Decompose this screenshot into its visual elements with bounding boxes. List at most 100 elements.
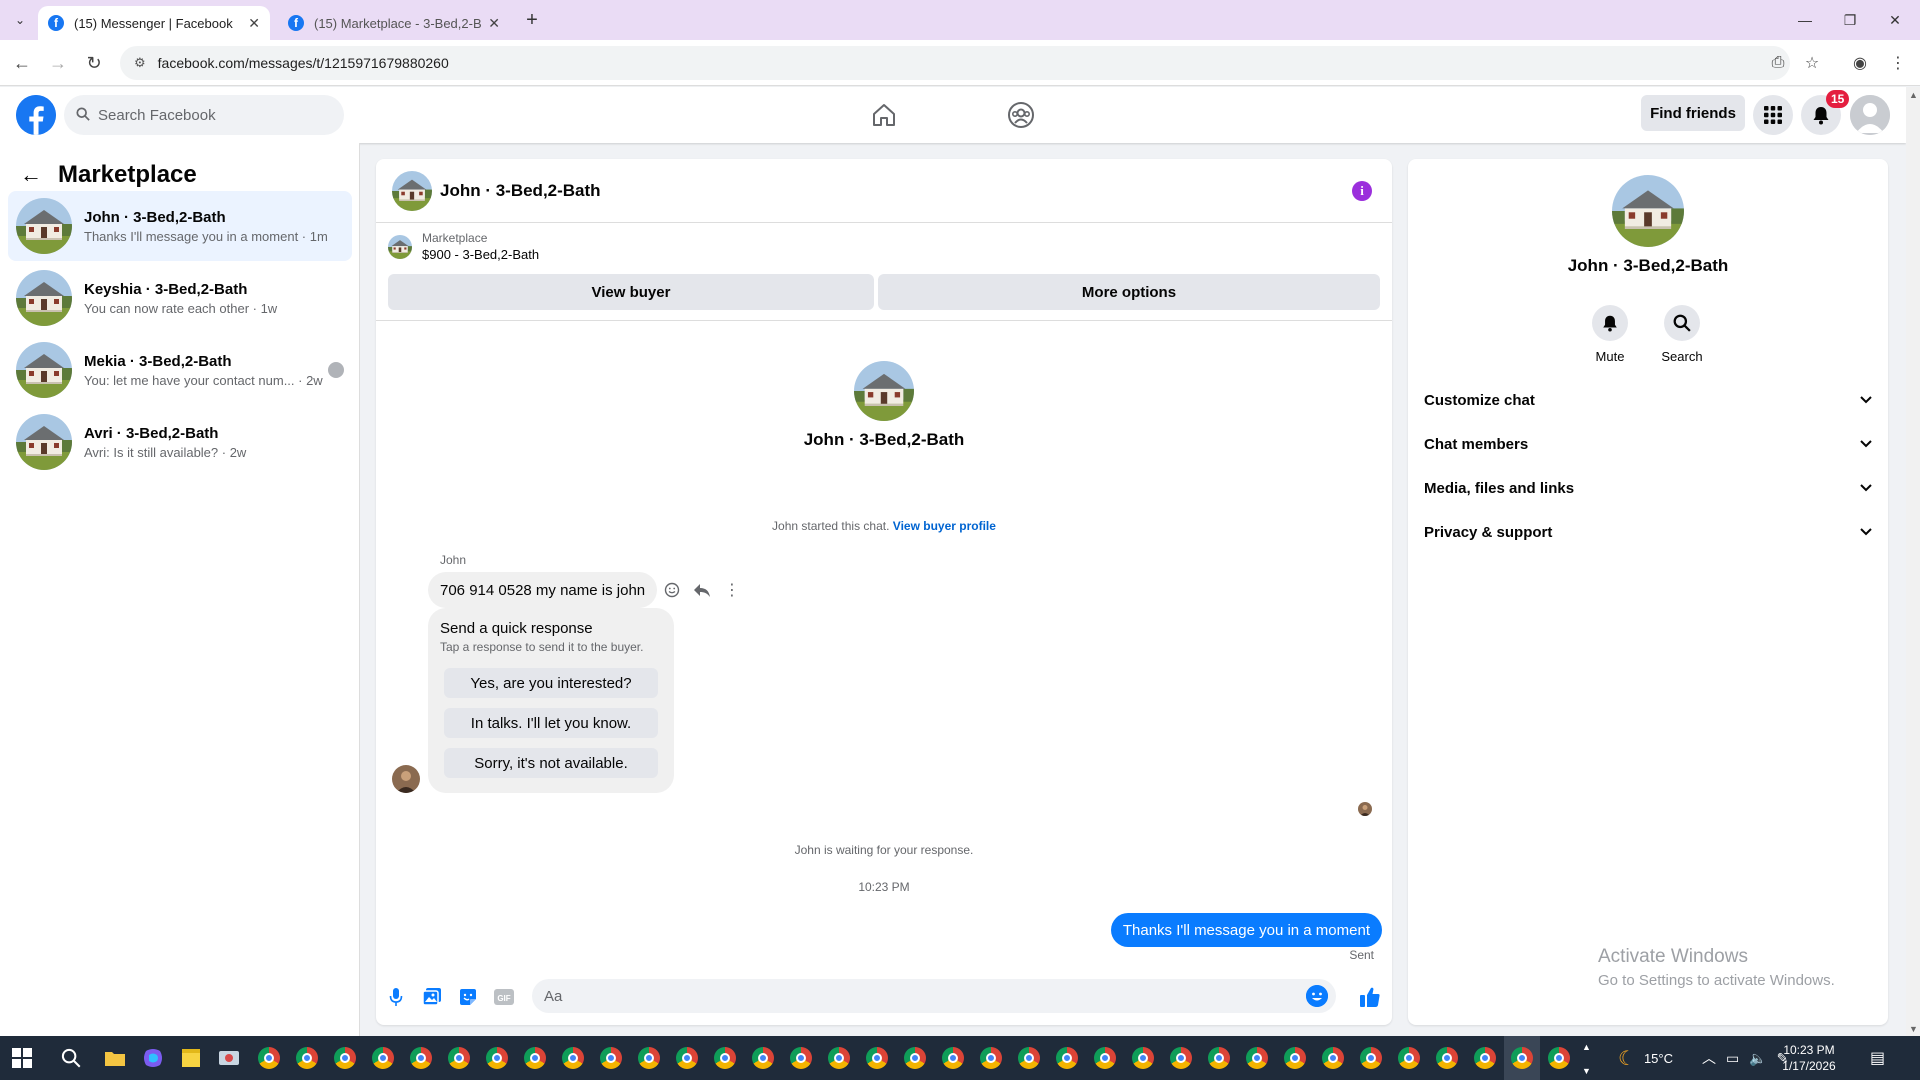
microphone-icon[interactable]	[384, 985, 408, 1009]
mute-action[interactable]: Mute	[1580, 305, 1640, 364]
taskbar-clock[interactable]: 10:23 PM 1/17/2026	[1774, 1042, 1844, 1074]
quick-reply-button[interactable]: In talks. I'll let you know.	[444, 708, 658, 738]
chrome-icon[interactable]	[864, 1045, 890, 1071]
find-friends-button[interactable]: Find friends	[1641, 95, 1745, 131]
tray-chevron-icon[interactable]: ︿	[1702, 1048, 1716, 1068]
listing-info[interactable]: Marketplace $900 - 3-Bed,2-Bath	[388, 231, 539, 262]
chrome-icon[interactable]	[712, 1045, 738, 1071]
app-icon[interactable]	[216, 1045, 242, 1071]
taskbar-search-icon[interactable]	[58, 1045, 84, 1071]
chrome-icon[interactable]	[598, 1045, 624, 1071]
weather-widget[interactable]: ☾ 15°C	[1618, 1036, 1673, 1080]
chrome-icon[interactable]	[750, 1045, 776, 1071]
chrome-icon[interactable]	[1509, 1045, 1535, 1071]
react-emoji-icon[interactable]	[662, 577, 682, 603]
browser-tab-marketplace[interactable]: f (15) Marketplace - 3-Bed,2-Bath ✕	[278, 6, 510, 40]
chrome-icon[interactable]	[1546, 1045, 1572, 1071]
chrome-icon[interactable]	[408, 1045, 434, 1071]
chat-title[interactable]: John · 3-Bed,2-Bath	[440, 181, 601, 201]
facebook-logo-icon[interactable]	[16, 95, 56, 135]
menu-grid-icon[interactable]	[1753, 95, 1793, 135]
forward-icon[interactable]: →	[46, 51, 70, 75]
scroll-up-icon[interactable]: ▲	[1909, 90, 1918, 100]
bell-icon[interactable]	[1592, 305, 1628, 341]
account-avatar[interactable]	[1850, 95, 1890, 135]
view-buyer-button[interactable]: View buyer	[388, 274, 874, 310]
chrome-icon[interactable]	[1092, 1045, 1118, 1071]
close-window-icon[interactable]: ✕	[1880, 8, 1910, 32]
facebook-search-box[interactable]	[64, 95, 344, 135]
chrome-icon[interactable]	[446, 1045, 472, 1071]
chrome-icon[interactable]	[1244, 1045, 1270, 1071]
chrome-icon[interactable]	[1472, 1045, 1498, 1071]
chat-members-section[interactable]: Chat members	[1424, 422, 1872, 466]
chrome-icon[interactable]	[1168, 1045, 1194, 1071]
chrome-icon[interactable]	[332, 1045, 358, 1071]
taskbar-scroll-down-icon[interactable]: ▼	[1582, 1066, 1591, 1076]
taskbar-scroll-up-icon[interactable]: ▲	[1582, 1042, 1591, 1052]
chrome-icon[interactable]	[674, 1045, 700, 1071]
more-actions-icon[interactable]: ⋮	[722, 577, 742, 603]
chrome-icon[interactable]	[788, 1045, 814, 1071]
reply-icon[interactable]	[692, 577, 712, 603]
conversation-info-icon[interactable]: i	[1352, 181, 1372, 201]
chrome-icon[interactable]	[1434, 1045, 1460, 1071]
details-avatar[interactable]	[1612, 175, 1684, 247]
sender-avatar[interactable]	[392, 765, 420, 793]
minimize-icon[interactable]: —	[1790, 8, 1820, 32]
volume-icon[interactable]: 🔈	[1749, 1050, 1766, 1067]
site-info-icon[interactable]: ⚙	[134, 55, 146, 71]
chrome-icon[interactable]	[1320, 1045, 1346, 1071]
customize-chat-section[interactable]: Customize chat	[1424, 378, 1872, 422]
chrome-icon[interactable]	[826, 1045, 852, 1071]
conversation-item[interactable]: Mekia · 3-Bed,2-Bath You: let me have yo…	[8, 335, 352, 405]
groups-nav-icon[interactable]	[1003, 97, 1039, 133]
chat-header-avatar[interactable]	[392, 171, 432, 211]
search-action[interactable]: Search	[1652, 305, 1712, 364]
chrome-icon[interactable]	[256, 1045, 282, 1071]
view-buyer-profile-link[interactable]: View buyer profile	[893, 519, 996, 533]
tab-search-icon[interactable]: ⌄	[10, 10, 30, 30]
quick-reply-button[interactable]: Yes, are you interested?	[444, 668, 658, 698]
chrome-icon[interactable]	[1206, 1045, 1232, 1071]
chrome-icon[interactable]	[560, 1045, 586, 1071]
chrome-icon[interactable]	[1358, 1045, 1384, 1071]
tab-close-icon[interactable]: ✕	[248, 15, 260, 32]
like-thumb-icon[interactable]	[1358, 985, 1382, 1009]
chrome-icon[interactable]	[484, 1045, 510, 1071]
chrome-icon[interactable]	[902, 1045, 928, 1071]
conversation-item[interactable]: John · 3-Bed,2-Bath Thanks I'll message …	[8, 191, 352, 261]
tab-close-icon[interactable]: ✕	[488, 15, 500, 32]
home-nav-icon[interactable]	[866, 97, 902, 133]
profile-icon[interactable]: ◉	[1848, 51, 1872, 75]
sticker-icon[interactable]	[456, 985, 480, 1009]
chrome-icon[interactable]	[1054, 1045, 1080, 1071]
more-options-button[interactable]: More options	[878, 274, 1380, 310]
chrome-icon[interactable]	[370, 1045, 396, 1071]
new-tab-icon[interactable]: +	[520, 8, 544, 32]
windows-start-icon[interactable]	[12, 1048, 32, 1068]
photo-icon[interactable]	[420, 985, 444, 1009]
url-field[interactable]: ⚙ facebook.com/messages/t/12159716798802…	[120, 46, 1790, 80]
notification-center-icon[interactable]: ▤	[1870, 1036, 1885, 1080]
file-explorer-icon[interactable]	[102, 1045, 128, 1071]
browser-menu-icon[interactable]: ⋮	[1886, 51, 1910, 75]
chrome-icon[interactable]	[940, 1045, 966, 1071]
chrome-icon[interactable]	[636, 1045, 662, 1071]
outgoing-message[interactable]: Thanks I'll message you in a moment	[1110, 913, 1382, 947]
chrome-icon[interactable]	[978, 1045, 1004, 1071]
bookmark-star-icon[interactable]: ☆	[1800, 51, 1824, 75]
browser-tab-messenger[interactable]: f (15) Messenger | Facebook ✕	[38, 6, 270, 40]
privacy-support-section[interactable]: Privacy & support	[1424, 510, 1872, 554]
chrome-icon[interactable]	[1130, 1045, 1156, 1071]
gif-icon[interactable]: GIF	[492, 985, 516, 1009]
search-icon[interactable]	[1664, 305, 1700, 341]
copilot-icon[interactable]	[140, 1045, 166, 1071]
chrome-icon[interactable]	[1282, 1045, 1308, 1071]
chrome-icon[interactable]	[1396, 1045, 1422, 1071]
chrome-icon[interactable]	[522, 1045, 548, 1071]
facebook-search-input[interactable]	[98, 106, 318, 124]
message-input-box[interactable]	[532, 979, 1336, 1013]
page-scrollbar[interactable]	[1906, 87, 1920, 1036]
incoming-message[interactable]: 706 914 0528 my name is john	[428, 572, 658, 608]
